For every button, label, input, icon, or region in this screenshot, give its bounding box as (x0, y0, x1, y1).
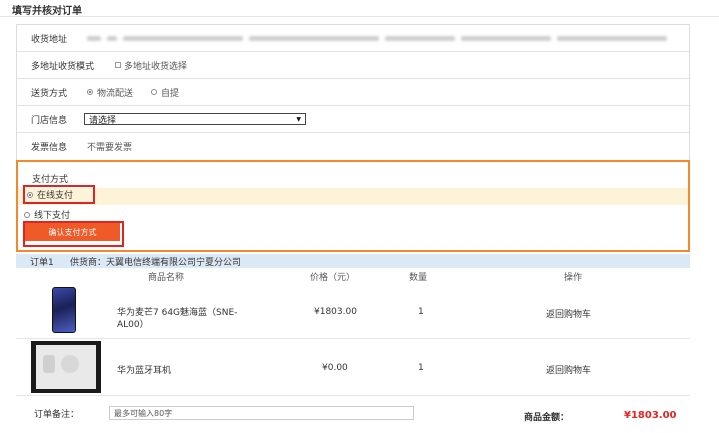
item-name-line2: AL00） (117, 320, 149, 330)
phone-icon (52, 287, 76, 333)
multi-address-option-label: 多地址收货选择 (124, 61, 188, 72)
title-divider (0, 16, 719, 17)
item-name: 华为蓝牙耳机 (117, 366, 172, 376)
amount-value: ¥1803.00 (624, 410, 677, 421)
payment-offline-label: 线下支付 (34, 211, 71, 221)
order-number: 订单1 (30, 257, 54, 268)
store-select-value: 请选择 (89, 115, 117, 126)
remark-input[interactable] (109, 406, 414, 420)
item-price: ¥0.00 (322, 363, 348, 373)
table-row: 华为麦芒7 64G魅海蓝（SNE- AL00） ¥1803.00 1 返回购物车 (16, 282, 690, 339)
invoice-row: 发票信息 不需要发票 (17, 133, 689, 160)
page-title: 填写并核对订单 (12, 6, 82, 17)
radio-online-pay[interactable] (27, 191, 33, 198)
multi-address-checkbox[interactable] (115, 62, 121, 68)
store-label: 门店信息 (31, 115, 68, 126)
store-select[interactable]: 请选择 ▼ (84, 113, 306, 126)
address-row: 收货地址 (17, 25, 689, 52)
item-qty: 1 (418, 307, 424, 317)
payment-title: 支付方式 (32, 175, 69, 185)
delivery-options: 物流配送 自提 (87, 86, 197, 99)
payment-selected-band (18, 188, 688, 205)
order-footer: 订单备注： 商品金额： ¥1803.00 (16, 398, 690, 430)
back-to-cart-link[interactable]: 返回购物车 (546, 363, 591, 376)
delivery-option-pickup[interactable]: 自提 (151, 86, 179, 99)
radio-pickup[interactable] (151, 89, 158, 95)
radio-logistics[interactable] (87, 89, 93, 95)
delivery-option-logistics[interactable]: 物流配送 (87, 86, 133, 99)
address-value-redacted[interactable] (87, 35, 673, 41)
payment-option-online[interactable]: 在线支付 (23, 185, 95, 204)
payment-panel: 支付方式 在线支付 线下支付 确认支付方式 (16, 160, 690, 252)
payment-option-offline[interactable]: 线下支付 (24, 208, 70, 221)
multi-address-option[interactable]: 多地址收货选择 (115, 59, 187, 72)
store-select-wrap: 请选择 ▼ (84, 113, 306, 126)
store-row: 门店信息 请选择 ▼ (17, 106, 689, 133)
item-qty: 1 (418, 363, 424, 373)
payment-online-label: 在线支付 (37, 191, 74, 201)
multi-address-label: 多地址收货模式 (31, 61, 95, 72)
remark-label: 订单备注： (34, 410, 80, 420)
invoice-value: 不需要发票 (87, 143, 133, 153)
back-to-cart-link[interactable]: 返回购物车 (546, 307, 591, 320)
radio-offline-pay[interactable] (24, 211, 30, 218)
item-price: ¥1803.00 (314, 307, 357, 317)
invoice-label: 发票信息 (31, 143, 68, 153)
address-label: 收货地址 (31, 34, 68, 45)
table-row: 华为蓝牙耳机 ¥0.00 1 返回购物车 (16, 339, 690, 396)
multi-address-row: 多地址收货模式 多地址收货选择 (17, 52, 689, 79)
amount-label: 商品金额： (524, 413, 570, 423)
confirm-payment-button[interactable]: 确认支付方式 (25, 223, 120, 241)
order-header: 订单1 供货商：天翼电信终端有限公司宁夏分公司 (16, 254, 690, 268)
delivery-row: 送货方式 物流配送 自提 (17, 79, 689, 106)
order-form: 收货地址 多地址收货模式 多地址收货选择 送货方式 物流配送 自提 门店信息 请… (16, 24, 690, 162)
delivery-label: 送货方式 (31, 88, 68, 99)
earphone-icon (31, 341, 101, 393)
order-supplier: 供货商：天翼电信终端有限公司宁夏分公司 (70, 257, 242, 268)
chevron-down-icon: ▼ (296, 115, 301, 123)
